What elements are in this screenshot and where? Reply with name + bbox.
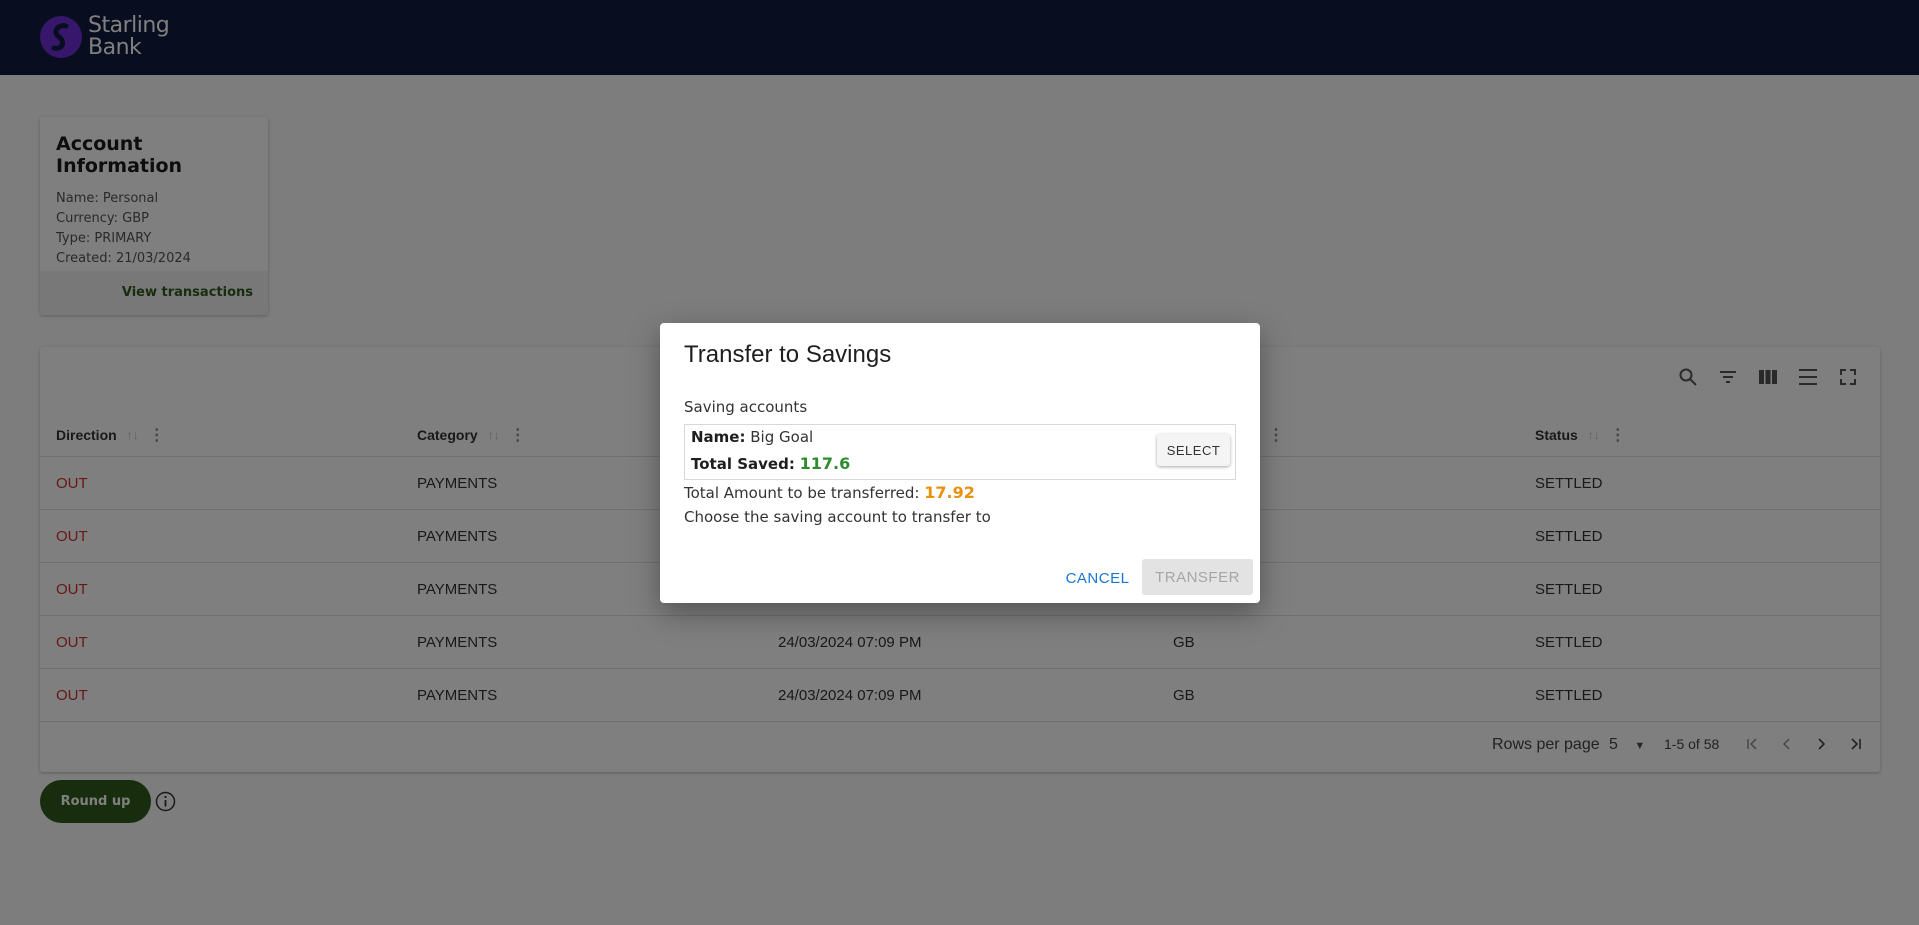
saving-account-total: Total Saved: 117.6 bbox=[691, 454, 850, 473]
saving-account-name: Name: Big Goal bbox=[691, 428, 813, 446]
total-saved-label: Total Saved: bbox=[691, 455, 795, 473]
saving-account-item[interactable]: Name: Big Goal Total Saved: 117.6 SELECT bbox=[684, 424, 1236, 480]
total-saved-value: 117.6 bbox=[799, 454, 851, 473]
name-value: Big Goal bbox=[750, 428, 814, 446]
dialog-title: Transfer to Savings bbox=[684, 341, 892, 368]
transfer-button[interactable]: TRANSFER bbox=[1142, 559, 1253, 595]
name-label: Name: bbox=[691, 428, 746, 446]
transfer-amount: Total Amount to be transferred: 17.92 bbox=[684, 483, 975, 502]
transfer-dialog: Transfer to Savings Saving accounts Name… bbox=[660, 323, 1260, 603]
transfer-amount-label: Total Amount to be transferred: bbox=[684, 484, 920, 502]
transfer-amount-value: 17.92 bbox=[924, 483, 975, 502]
select-button[interactable]: SELECT bbox=[1157, 434, 1230, 466]
saving-accounts-label: Saving accounts bbox=[684, 398, 808, 416]
cancel-button[interactable]: CANCEL bbox=[1060, 561, 1135, 595]
instruction-text: Choose the saving account to transfer to bbox=[684, 508, 991, 526]
